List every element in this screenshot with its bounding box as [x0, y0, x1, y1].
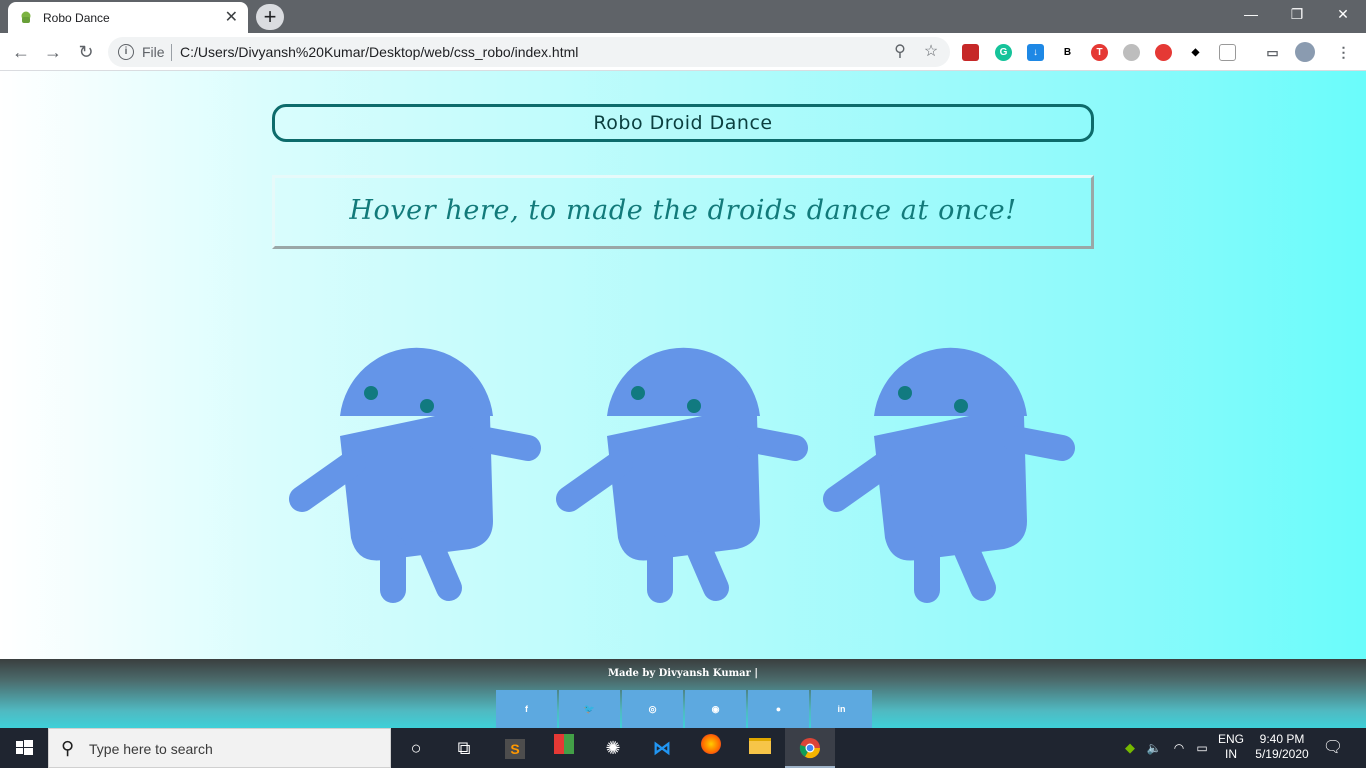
cortana-icon[interactable]: ○	[401, 733, 431, 763]
reload-icon[interactable]: ↻	[75, 41, 97, 63]
droid-left-eye	[631, 386, 645, 400]
droid-right-leg	[951, 531, 996, 601]
forward-icon[interactable]: →	[42, 41, 64, 63]
taskbar-search[interactable]: ⚲ Type here to search	[48, 728, 391, 768]
vscode-icon[interactable]: ⋈	[647, 733, 677, 763]
battery-icon[interactable]: ▭	[1192, 728, 1212, 768]
windows-taskbar: ⚲ Type here to search ○ ⧉ S ✺ ⋈ ◆ 🔈 ◠ ▭ …	[0, 728, 1366, 768]
android-favicon-icon	[21, 11, 31, 23]
droid-head	[607, 347, 760, 416]
droid-left-arm	[823, 450, 900, 512]
footer-credit: Made by Divyansh Kumar |	[607, 668, 759, 679]
droid-right-eye	[954, 399, 968, 413]
address-bar[interactable]: i File C:/Users/Divyansh%20Kumar/Desktop…	[108, 37, 950, 67]
droid-right-arm	[468, 426, 541, 461]
colorful-app-icon[interactable]	[549, 733, 579, 763]
facebook-icon[interactable]: f	[496, 690, 557, 728]
droid-1[interactable]	[285, 316, 545, 606]
instagram-icon[interactable]: ◎	[622, 690, 683, 728]
stop-extension-icon[interactable]	[1155, 44, 1172, 61]
footer: Made by Divyansh Kumar | f 🐦 ◎ ◉ ● in	[0, 659, 1366, 728]
droid-left-eye	[364, 386, 378, 400]
new-tab-button[interactable]: +	[256, 4, 284, 30]
droid-right-eye	[687, 399, 701, 413]
wifi-icon[interactable]: ◠	[1168, 728, 1190, 768]
menu-icon[interactable]: ⋮	[1335, 44, 1352, 61]
grid-extension-icon[interactable]	[1219, 44, 1236, 61]
search-icon: ⚲	[61, 738, 75, 758]
volume-icon[interactable]: 🔈	[1144, 728, 1164, 768]
url-text[interactable]: C:/Users/Divyansh%20Kumar/Desktop/web/cs…	[180, 44, 578, 60]
file-explorer-icon[interactable]	[745, 733, 775, 763]
droid-right-arm	[1002, 426, 1075, 461]
droid-head	[874, 347, 1027, 416]
droid-right-leg	[684, 531, 729, 601]
close-tab-icon[interactable]: ✕	[225, 9, 238, 26]
nvidia-icon[interactable]: ◆	[1120, 728, 1140, 768]
grammarly-extension-icon[interactable]: G	[995, 44, 1012, 61]
document-extension-icon[interactable]: B	[1059, 44, 1076, 61]
tab-title: Robo Dance	[43, 10, 110, 25]
title-box: Robo Droid Dance	[272, 104, 1094, 142]
droid-right-eye	[420, 399, 434, 413]
clock-date: 5/19/2020	[1255, 747, 1309, 761]
droid-2[interactable]	[552, 316, 812, 606]
windows-start-icon[interactable]	[0, 728, 48, 768]
chrome-icon	[799, 738, 821, 759]
omnibox-divider	[171, 44, 172, 61]
language-indicator[interactable]: ENG IN	[1214, 732, 1248, 772]
shield-extension-icon[interactable]	[962, 44, 979, 61]
notifications-icon[interactable]: 🗨	[1320, 728, 1346, 768]
firefox-icon[interactable]	[696, 733, 726, 763]
sublime-text-icon[interactable]: S	[500, 733, 530, 763]
droid-3[interactable]	[819, 316, 1079, 606]
twitter-icon[interactable]: 🐦	[559, 690, 620, 728]
globe-icon[interactable]: ●	[748, 690, 809, 728]
page-viewport: Robo Droid Dance Hover here, to made the…	[0, 71, 1366, 728]
chrome-taskbar-active[interactable]	[785, 728, 835, 768]
bookmark-star-icon[interactable]: ☆	[921, 42, 941, 62]
back-icon[interactable]: ←	[10, 41, 32, 63]
minimize-button[interactable]: —	[1228, 0, 1274, 30]
spider-app-icon[interactable]: ✺	[598, 733, 628, 763]
clock-time: 9:40 PM	[1259, 732, 1305, 746]
droid-right-arm	[735, 426, 808, 461]
github-icon[interactable]: ◉	[685, 690, 746, 728]
social-links: f 🐦 ◎ ◉ ● in	[496, 690, 872, 728]
profile-avatar[interactable]	[1295, 42, 1315, 62]
region-label: IN	[1225, 747, 1237, 761]
droid-right-leg	[417, 531, 462, 601]
hover-area[interactable]: Hover here, to made the droids dance at …	[272, 175, 1094, 249]
linkedin-icon[interactable]: in	[811, 690, 872, 728]
gray-extension-icon[interactable]	[1123, 44, 1140, 61]
red-extension-icon[interactable]: T	[1091, 44, 1108, 61]
language-label: ENG	[1217, 732, 1244, 746]
droid-head	[340, 347, 493, 416]
task-view-icon[interactable]: ⧉	[449, 733, 479, 763]
hover-prompt: Hover here, to made the droids dance at …	[349, 195, 1017, 226]
browser-titlebar: Robo Dance ✕ + — ❐ ✕	[0, 0, 1366, 33]
close-window-button[interactable]: ✕	[1320, 0, 1366, 30]
cast-icon[interactable]: ▭	[1264, 44, 1281, 61]
info-icon[interactable]: i	[118, 44, 134, 60]
clock[interactable]: 9:40 PM 5/19/2020	[1250, 732, 1314, 772]
page-title: Robo Droid Dance	[593, 112, 773, 134]
file-label: File	[142, 44, 165, 60]
restore-button[interactable]: ❐	[1274, 0, 1320, 30]
droid-left-arm	[556, 450, 633, 512]
droid-left-arm	[289, 450, 366, 512]
download-extension-icon[interactable]: ↓	[1027, 44, 1044, 61]
browser-tab[interactable]: Robo Dance ✕	[8, 2, 248, 33]
zoom-icon[interactable]: ⚲	[890, 42, 910, 62]
cube-extension-icon[interactable]: ◆	[1187, 44, 1204, 61]
droid-left-eye	[898, 386, 912, 400]
search-placeholder: Type here to search	[89, 741, 213, 757]
browser-toolbar: ← → ↻ i File C:/Users/Divyansh%20Kumar/D…	[0, 33, 1366, 71]
